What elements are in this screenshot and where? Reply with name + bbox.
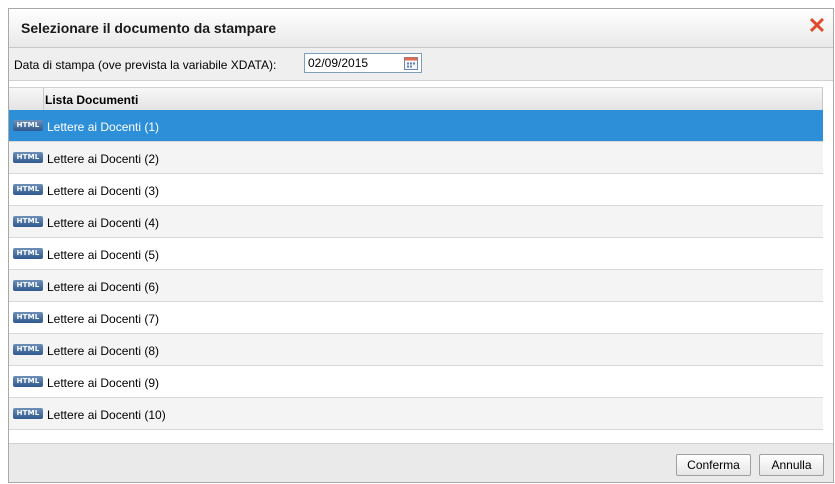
document-row[interactable]: HTML Lettere ai Docenti (9): [9, 366, 823, 398]
close-icon[interactable]: ✕: [805, 15, 829, 39]
document-row-label: Lettere ai Docenti (2): [47, 152, 160, 166]
document-row[interactable]: HTML Lettere ai Docenti (8): [9, 334, 823, 366]
print-document-dialog: Selezionare il documento da stampare ✕ D…: [8, 8, 834, 483]
html-file-icon: HTML: [13, 248, 43, 259]
column-separator: [43, 88, 44, 110]
print-date-label: Data di stampa (ove prevista la variabil…: [14, 58, 277, 72]
calendar-icon[interactable]: [404, 56, 418, 70]
document-row[interactable]: HTML Lettere ai Docenti (1): [9, 110, 823, 142]
dialog-footer: Conferma Annulla: [9, 444, 833, 482]
html-file-icon: HTML: [13, 280, 43, 291]
document-row-label: Lettere ai Docenti (9): [47, 376, 160, 390]
cancel-button[interactable]: Annulla: [759, 454, 824, 476]
html-file-icon: HTML: [13, 344, 43, 355]
document-row[interactable]: HTML Lettere ai Docenti (7): [9, 302, 823, 334]
html-file-icon: HTML: [13, 216, 43, 227]
documents-grid: Lista Documenti HTML Lettere ai Docenti (…: [9, 81, 833, 444]
document-row-label: Lettere ai Docenti (6): [47, 280, 160, 294]
document-row-label: Lettere ai Docenti (3): [47, 184, 160, 198]
html-file-icon: HTML: [13, 152, 43, 163]
document-row-label: Lettere ai Docenti (10): [47, 408, 166, 422]
print-date-input[interactable]: [305, 54, 399, 72]
document-row[interactable]: HTML Lettere ai Docenti (2): [9, 142, 823, 174]
document-row[interactable]: HTML Lettere ai Docenti (5): [9, 238, 823, 270]
html-file-icon: HTML: [13, 184, 43, 195]
document-row-label: Lettere ai Docenti (1): [47, 120, 160, 134]
document-list: HTML Lettere ai Docenti (1) HTML Lettere ai…: [9, 110, 823, 430]
document-row[interactable]: HTML Lettere ai Docenti (4): [9, 206, 823, 238]
html-file-icon: HTML: [13, 120, 43, 131]
column-header-documents[interactable]: Lista Documenti: [45, 93, 138, 107]
column-separator: [822, 88, 823, 110]
document-row-label: Lettere ai Docenti (5): [47, 248, 160, 262]
print-date-bar: Data di stampa (ove prevista la variabil…: [9, 48, 833, 81]
document-row-label: Lettere ai Docenti (7): [47, 312, 160, 326]
document-row[interactable]: HTML Lettere ai Docenti (10): [9, 398, 823, 430]
document-row[interactable]: HTML Lettere ai Docenti (3): [9, 174, 823, 206]
dialog-title: Selezionare il documento da stampare: [21, 20, 277, 36]
html-file-icon: HTML: [13, 376, 43, 387]
document-row[interactable]: HTML Lettere ai Docenti (6): [9, 270, 823, 302]
html-file-icon: HTML: [13, 312, 43, 323]
confirm-button[interactable]: Conferma: [676, 454, 751, 476]
grid-header: Lista Documenti: [9, 87, 823, 111]
document-row-label: Lettere ai Docenti (4): [47, 216, 160, 230]
print-date-field[interactable]: [304, 53, 422, 73]
dialog-titlebar[interactable]: Selezionare il documento da stampare ✕: [9, 9, 833, 48]
document-row-label: Lettere ai Docenti (8): [47, 344, 160, 358]
html-file-icon: HTML: [13, 408, 43, 419]
